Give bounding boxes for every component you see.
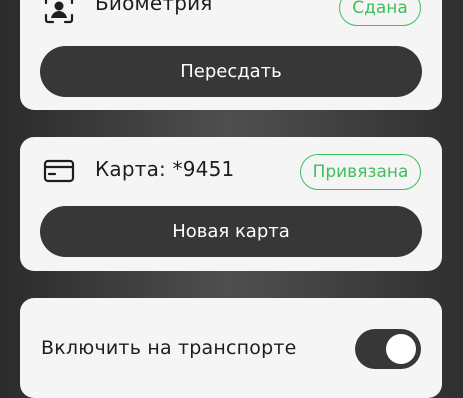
retake-biometrics-button[interactable]: Пересдать [40,46,422,97]
new-card-button[interactable]: Новая карта [40,206,422,257]
transport-toggle[interactable] [355,329,421,369]
biometrics-status-badge: Сдана [339,0,421,26]
bank-card-label: Карта: *9451 [95,157,235,181]
biometrics-card: Биометрия Сдана Пересдать [20,0,442,110]
toggle-knob [386,334,416,364]
bank-card-status-badge: Привязана [300,154,421,190]
face-id-icon [43,0,75,25]
transport-label: Включить на транспорте [41,337,297,359]
credit-card-icon [43,155,75,187]
biometrics-label: Биометрия [95,0,213,15]
bank-card-card: Карта: *9451 Привязана Новая карта [20,137,442,271]
transport-card: Включить на транспорте [20,298,442,398]
